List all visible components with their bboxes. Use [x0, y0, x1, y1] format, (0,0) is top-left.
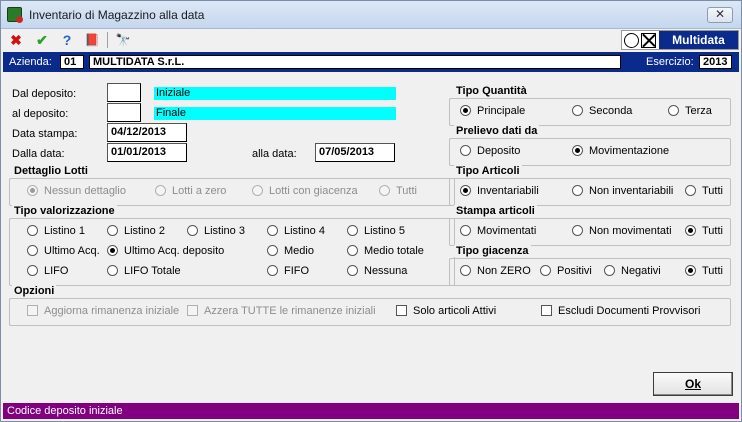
radio-ultimo-acq-deposito[interactable]: Ultimo Acq. deposito [107, 245, 224, 257]
al-deposito-input[interactable] [107, 103, 141, 122]
tipo-giacenza-title: Tipo giacenza [454, 245, 531, 257]
checkbox-aggiorna-rimanenza[interactable]: Aggiorna rimanenza iniziale [27, 305, 179, 317]
radio-listino-3[interactable]: Listino 3 [187, 225, 245, 237]
alla-data-label: alla data: [252, 148, 297, 160]
radio-stampa-tutti[interactable]: Tutti [685, 225, 723, 237]
status-bar: Codice deposito iniziale [3, 403, 739, 419]
toolbar-separator [107, 32, 108, 48]
radio-lifo[interactable]: LIFO [27, 265, 68, 277]
checkbox-azzera-rimanenze[interactable]: Azzera TUTTE le rimanenze iniziali [187, 305, 376, 317]
radio-lotti-a-zero[interactable]: Lotti a zero [155, 185, 226, 197]
tipo-articoli-title: Tipo Articoli [454, 165, 522, 177]
al-deposito-description: Finale [154, 107, 396, 120]
data-stampa-label: Data stampa: [12, 128, 78, 140]
dialog-window: Inventario di Magazzino alla data ✕ ✖ ✔ … [0, 0, 742, 422]
radio-deposito[interactable]: Deposito [460, 145, 520, 157]
radio-listino-4[interactable]: Listino 4 [267, 225, 325, 237]
toolbar: ✖ ✔ ? 📕 🔭 Multidata [1, 29, 741, 51]
radio-non-inventariabili[interactable]: Non inventariabili [572, 185, 673, 197]
help-icon[interactable]: ? [58, 31, 76, 49]
radio-non-movimentati[interactable]: Non movimentati [572, 225, 672, 237]
radio-lotti-tutti[interactable]: Tutti [379, 185, 417, 197]
checkbox-escludi-documenti-provvisori[interactable]: Escludi Documenti Provvisori [541, 305, 700, 317]
ok-button[interactable]: Ok [653, 372, 733, 396]
radio-nessuna[interactable]: Nessuna [347, 265, 407, 277]
logo-text: Multidata [659, 31, 738, 49]
radio-principale[interactable]: Principale [460, 105, 525, 117]
dettaglio-lotti-title: Dettaglio Lotti [12, 165, 90, 177]
radio-medio[interactable]: Medio [267, 245, 314, 257]
radio-seconda[interactable]: Seconda [572, 105, 632, 117]
close-button[interactable]: ✕ [707, 7, 733, 23]
cancel-icon[interactable]: ✖ [7, 31, 25, 49]
tipo-quantita-title: Tipo Quantità [454, 85, 529, 97]
azienda-code: 01 [60, 55, 84, 69]
radio-medio-totale[interactable]: Medio totale [347, 245, 424, 257]
checkbox-solo-articoli-attivi[interactable]: Solo articoli Attivi [396, 305, 496, 317]
radio-articoli-tutti[interactable]: Tutti [685, 185, 723, 197]
radio-movimentazione[interactable]: Movimentazione [572, 145, 669, 157]
prelievo-title: Prelievo dati da [454, 125, 540, 137]
logo-cross-icon [641, 33, 656, 48]
company-bar: Azienda: 01 MULTIDATA S.r.L. Esercizio: … [3, 52, 739, 72]
search-binoculars-icon[interactable]: 🔭 [114, 31, 132, 49]
azienda-label: Azienda: [9, 56, 52, 68]
radio-positivi[interactable]: Positivi [540, 265, 592, 277]
dal-deposito-label: Dal deposito: [12, 88, 77, 100]
radio-ultimo-acq[interactable]: Ultimo Acq. [27, 245, 100, 257]
radio-lifo-totale[interactable]: LIFO Totale [107, 265, 181, 277]
main-panel: Dal deposito: Iniziale al deposito: Fina… [3, 73, 739, 403]
data-stampa-input[interactable]: 04/12/2013 [107, 123, 187, 142]
window-title: Inventario di Magazzino alla data [29, 8, 205, 22]
tipo-valorizzazione-title: Tipo valorizzazione [12, 205, 117, 217]
radio-listino-5[interactable]: Listino 5 [347, 225, 405, 237]
title-bar[interactable]: Inventario di Magazzino alla data ✕ [1, 1, 741, 29]
radio-terza[interactable]: Terza [668, 105, 712, 117]
radio-movimentati[interactable]: Movimentati [460, 225, 536, 237]
radio-nessun-dettaglio[interactable]: Nessun dettaglio [27, 185, 126, 197]
esercizio-label: Esercizio: [646, 56, 694, 68]
radio-inventariabili[interactable]: Inventariabili [460, 185, 539, 197]
radio-listino-2[interactable]: Listino 2 [107, 225, 165, 237]
dal-deposito-description: Iniziale [154, 87, 396, 100]
radio-lotti-con-giacenza[interactable]: Lotti con giacenza [252, 185, 358, 197]
radio-negativi[interactable]: Negativi [604, 265, 661, 277]
radio-giacenza-tutti[interactable]: Tutti [685, 265, 723, 277]
logo-circle-icon [624, 33, 639, 48]
radio-fifo[interactable]: FIFO [267, 265, 309, 277]
confirm-icon[interactable]: ✔ [33, 31, 51, 49]
radio-non-zero[interactable]: Non ZERO [460, 265, 531, 277]
multidata-logo: Multidata [621, 30, 739, 50]
dalla-data-input[interactable]: 01/01/2013 [107, 143, 187, 162]
stampa-articoli-title: Stampa articoli [454, 205, 537, 217]
dal-deposito-input[interactable] [107, 83, 141, 102]
app-icon [7, 7, 23, 23]
azienda-name: MULTIDATA S.r.L. [89, 55, 621, 69]
dalla-data-label: Dalla data: [12, 148, 65, 160]
book-icon[interactable]: 📕 [83, 31, 101, 49]
al-deposito-label: al deposito: [12, 108, 69, 120]
esercizio-value: 2013 [699, 55, 732, 69]
opzioni-title: Opzioni [12, 285, 57, 297]
alla-data-input[interactable]: 07/05/2013 [315, 143, 395, 162]
radio-listino-1[interactable]: Listino 1 [27, 225, 85, 237]
